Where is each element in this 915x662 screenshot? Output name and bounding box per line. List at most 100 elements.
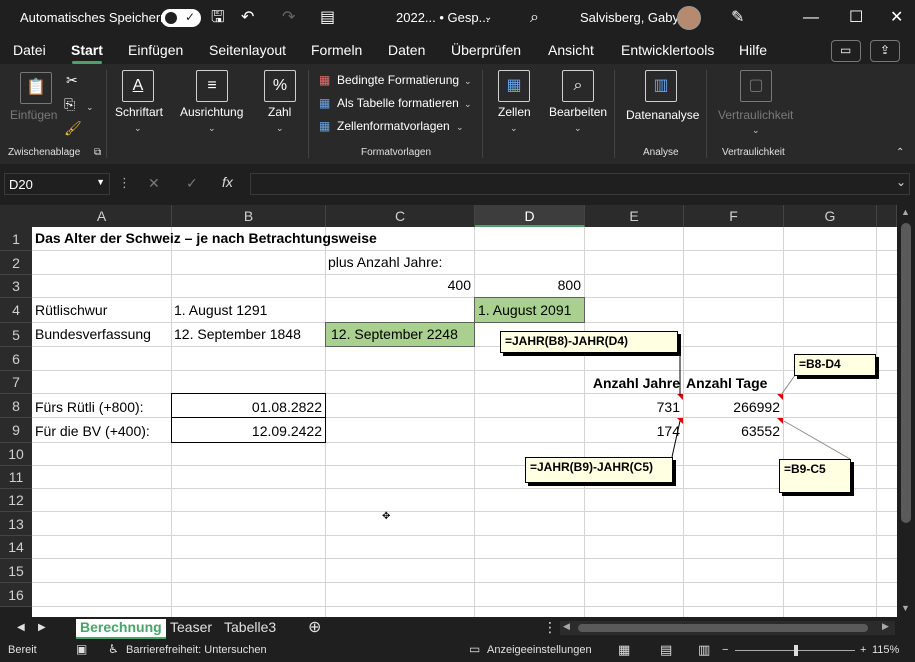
cell-e7[interactable]: Anzahl Jahre (572, 375, 680, 391)
row-header-5[interactable]: 5 (0, 323, 32, 347)
row-header-7[interactable]: 7 (0, 371, 32, 394)
comment-indicator-e9[interactable] (677, 418, 683, 424)
comment-indicator-e8[interactable] (677, 394, 683, 400)
formula-input[interactable] (250, 173, 910, 195)
close-icon[interactable]: ✕ (890, 8, 903, 28)
tab-splitter[interactable]: ⋮ (543, 619, 557, 636)
font-icon[interactable]: A (122, 70, 154, 102)
cell-c2[interactable]: plus Anzahl Jahre: (328, 254, 442, 270)
note-e9[interactable]: =JAHR(B9)-JAHR(C5) (525, 457, 673, 483)
edit-chevron-icon[interactable]: ⌄ (574, 120, 582, 134)
comment-indicator-f8[interactable] (777, 394, 783, 400)
sheet-tab-tabelle3[interactable]: Tabelle3 (224, 619, 276, 635)
number-chevron-icon[interactable]: ⌄ (276, 120, 284, 134)
cell-c3[interactable]: 400 (325, 277, 471, 293)
col-header-g[interactable]: G (784, 205, 877, 227)
zoom-level[interactable]: 115% (872, 644, 899, 656)
note-e8[interactable]: =JAHR(B8)-JAHR(D4) (500, 331, 678, 353)
row-header-8[interactable]: 8 (0, 394, 32, 418)
col-header-e[interactable]: E (585, 205, 684, 227)
cell-f7[interactable]: Anzahl Tage (686, 375, 767, 391)
confirm-icon[interactable]: ✓ (186, 175, 198, 192)
accessibility-status[interactable]: Barrierefreiheit: Untersuchen (126, 644, 267, 656)
row-header-4[interactable]: 4 (0, 298, 32, 323)
font-label[interactable]: Schriftart (115, 105, 163, 119)
comments-button[interactable]: ▭ (831, 40, 861, 62)
row-header-14[interactable]: 14 (0, 536, 32, 559)
table-format-chevron-icon[interactable]: ⌄ (464, 96, 472, 110)
collapse-ribbon-icon[interactable]: ⌃ (896, 147, 904, 158)
row-header-12[interactable]: 12 (0, 489, 32, 512)
tab-ansicht[interactable]: Ansicht (548, 42, 594, 58)
cell-b9[interactable]: 12.09.2422 (171, 423, 322, 439)
cell-d4[interactable]: 1. August 2091 (478, 302, 571, 318)
cells-icon[interactable]: ▦ (498, 70, 530, 102)
accessibility-icon[interactable]: ♿ (108, 642, 119, 656)
search-icon[interactable]: ⌕ (530, 8, 539, 28)
col-header-b[interactable]: B (172, 205, 326, 227)
cell-f8[interactable]: 266992 (683, 399, 780, 415)
save-icon[interactable]: 🖫 (211, 8, 225, 28)
cell-styles-chevron-icon[interactable]: ⌄ (456, 119, 464, 133)
paste-icon[interactable]: 📋 (20, 72, 52, 104)
cell-styles-button[interactable]: Zellenformatvorlagen (337, 119, 450, 133)
tab-prev-icon[interactable]: ◀ (17, 622, 25, 633)
sensitivity-chevron-icon[interactable]: ⌄ (752, 122, 760, 136)
cells-chevron-icon[interactable]: ⌄ (510, 120, 518, 134)
cell-a9[interactable]: Für die BV (+400): (35, 423, 150, 439)
edit-search-icon[interactable]: ⌕ (562, 70, 594, 102)
number-label[interactable]: Zahl (268, 105, 291, 119)
minimize-icon[interactable]: — (803, 8, 819, 28)
display-settings[interactable]: Anzeigeeinstellungen (487, 644, 592, 656)
tab-next-icon[interactable]: ▶ (38, 622, 46, 633)
format-painter-icon[interactable]: 🖌 (64, 120, 82, 137)
select-all[interactable] (0, 205, 32, 227)
table-format-button[interactable]: Als Tabelle formatieren (337, 96, 459, 110)
row-header-15[interactable]: 15 (0, 559, 32, 583)
cut-icon[interactable]: ✂ (66, 72, 78, 89)
row-header-10[interactable]: 10 (0, 443, 32, 466)
row-header-16[interactable]: 16 (0, 583, 32, 607)
tab-seitenlayout[interactable]: Seitenlayout (209, 42, 286, 58)
tab-einfuegen[interactable]: Einfügen (128, 42, 183, 58)
macro-icon[interactable]: ▣ (76, 642, 87, 656)
undo-icon[interactable]: ↶ (241, 8, 254, 28)
col-header-f[interactable]: F (684, 205, 784, 227)
display-settings-icon[interactable]: ▭ (469, 642, 480, 656)
page-break-icon[interactable]: ▥ (698, 642, 710, 658)
cell-a8[interactable]: Fürs Rütli (+800): (35, 399, 144, 415)
user-name[interactable]: Salvisberg, Gaby (580, 10, 679, 25)
row-header-11[interactable]: 11 (0, 466, 32, 489)
note-f9[interactable]: =B9-C5 (779, 459, 851, 493)
avatar[interactable] (677, 6, 701, 30)
autosave-toggle[interactable]: ✓ (161, 9, 201, 27)
copy-icon[interactable]: ⎘ (64, 96, 75, 113)
sensitivity-label[interactable]: Vertraulichkeit (718, 108, 793, 122)
tab-formeln[interactable]: Formeln (311, 42, 362, 58)
name-box-chevron-icon[interactable]: ▼ (96, 177, 105, 187)
cell-b5[interactable]: 12. September 1848 (174, 326, 301, 342)
tab-hilfe[interactable]: Hilfe (739, 42, 767, 58)
row-header-6[interactable]: 6 (0, 347, 32, 371)
number-icon[interactable]: % (264, 70, 296, 102)
cells-label[interactable]: Zellen (498, 105, 531, 119)
align-label[interactable]: Ausrichtung (180, 105, 243, 119)
maximize-icon[interactable]: ☐ (849, 8, 863, 28)
tab-datei[interactable]: Datei (13, 42, 46, 58)
tab-ueberpruefen[interactable]: Überprüfen (451, 42, 521, 58)
horizontal-scrollbar[interactable]: ◀ ▶ (560, 621, 895, 635)
name-box[interactable]: D20 ▼ (4, 173, 110, 195)
cell-a1[interactable]: Das Alter der Schweiz – je nach Betracht… (35, 230, 377, 246)
note-f8[interactable]: =B8-D4 (794, 354, 876, 376)
conditional-format-button[interactable]: Bedingte Formatierung (337, 73, 459, 87)
pen-icon[interactable]: ✎ (731, 8, 744, 28)
row-header-1[interactable]: 1 (0, 227, 32, 251)
zoom-in-icon[interactable]: + (860, 644, 866, 656)
col-header-a[interactable]: A (32, 205, 172, 227)
copy-chevron-icon[interactable]: ⌄ (86, 99, 94, 113)
font-chevron-icon[interactable]: ⌄ (134, 120, 142, 134)
sheet-tab-berechnung[interactable]: Berechnung (76, 619, 166, 639)
fx-icon[interactable]: fx (222, 174, 233, 190)
row-header-13[interactable]: 13 (0, 512, 32, 536)
cell-e8[interactable]: 731 (584, 399, 680, 415)
